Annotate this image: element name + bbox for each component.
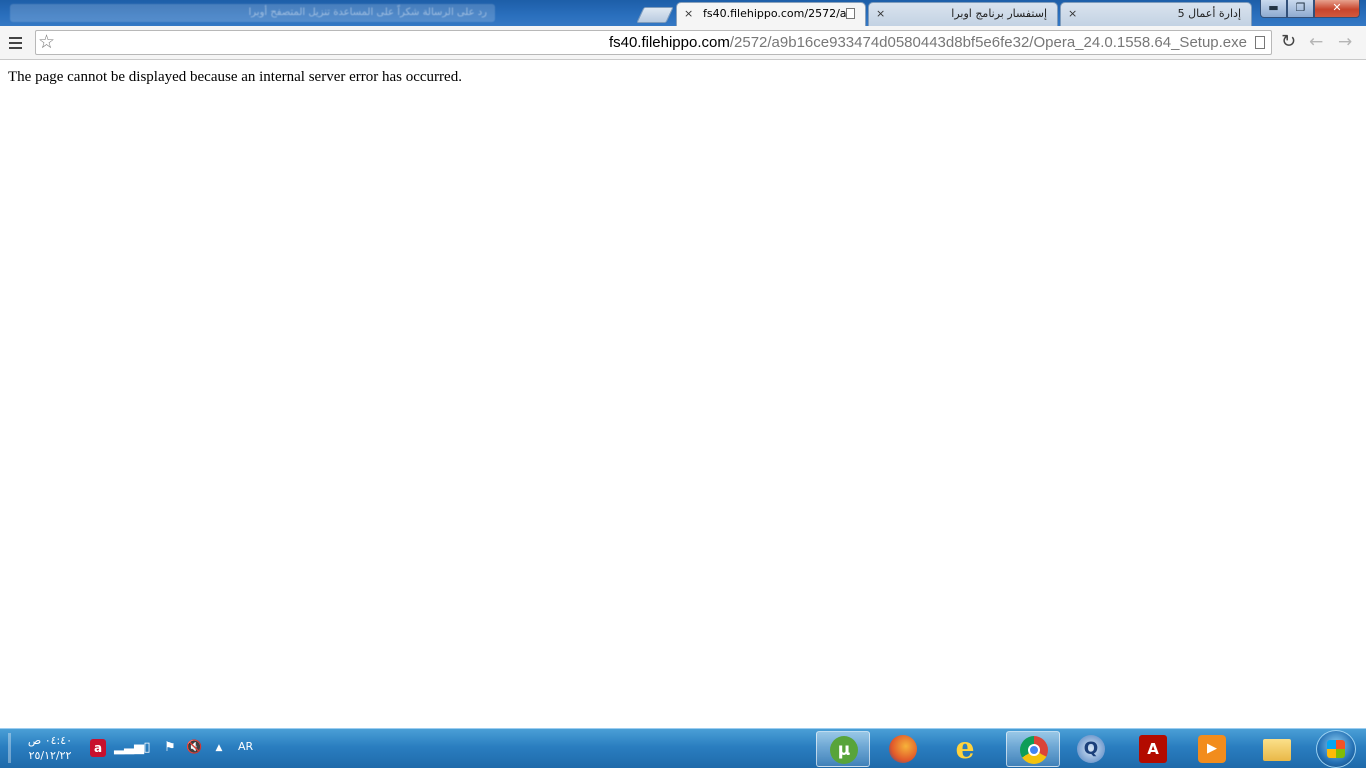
- taskbar-internet-explorer-button[interactable]: e: [938, 731, 992, 767]
- url-path: /2572/a9b16ce933474d0580443d8bf5e6fe32/O…: [729, 34, 1247, 51]
- tab-opera-inquiry[interactable]: × إستفسار برنامج اوبرا: [868, 2, 1058, 26]
- taskbar-acrobat-button[interactable]: A: [1126, 731, 1180, 767]
- taskbar-chrome-button[interactable]: [1006, 731, 1060, 767]
- folder-icon: [1263, 739, 1291, 761]
- volume-muted-icon[interactable]: 🔇: [186, 739, 202, 757]
- language-indicator[interactable]: AR: [238, 740, 253, 753]
- internet-explorer-icon: e: [955, 731, 975, 766]
- close-button[interactable]: ✕: [1314, 0, 1360, 18]
- action-center-flag-icon[interactable]: ⚑: [162, 739, 178, 757]
- tab-title: fs40.filehippo.com/2572/a: [703, 7, 847, 20]
- media-player-icon: ▶: [1198, 735, 1226, 763]
- taskbar-quicktime-button[interactable]: Q: [1064, 731, 1118, 767]
- minimize-button[interactable]: ▬: [1260, 0, 1287, 18]
- url-host: fs40.filehippo.com: [608, 34, 730, 51]
- bookmark-star-icon[interactable]: ☆: [38, 31, 55, 54]
- new-tab-button[interactable]: [636, 7, 674, 23]
- address-bar[interactable]: ☆ fs40.filehippo.com/2572/a9b16ce933474d…: [35, 30, 1272, 55]
- clock[interactable]: ٠٤:٤٠ ص ٢٥/١٢/٢٢: [22, 733, 78, 763]
- back-icon[interactable]: ←: [1309, 31, 1323, 53]
- tab-close-icon[interactable]: ×: [1068, 3, 1077, 25]
- browser-toolbar: ☆ fs40.filehippo.com/2572/a9b16ce933474d…: [0, 26, 1366, 60]
- taskbar-firefox-button[interactable]: [876, 731, 930, 767]
- firefox-icon: [889, 735, 917, 763]
- taskbar-file-explorer-button[interactable]: [1250, 731, 1304, 767]
- url-text[interactable]: fs40.filehippo.com/2572/a9b16ce933474d05…: [609, 31, 1247, 54]
- clock-time: ٠٤:٤٠ ص: [27, 734, 73, 747]
- tab-close-icon[interactable]: ×: [684, 3, 693, 25]
- show-desktop-handle[interactable]: [8, 733, 11, 763]
- clock-date: ٢٥/١٢/٢٢: [28, 749, 72, 762]
- chrome-icon: [1020, 736, 1048, 764]
- tab-business-admin[interactable]: × إدارة أعمال 5: [1060, 2, 1252, 26]
- quicktime-icon: Q: [1077, 735, 1105, 763]
- tab-close-icon[interactable]: ×: [876, 3, 885, 25]
- show-hidden-icons-arrow-icon[interactable]: ▲: [211, 739, 227, 757]
- page-content: The page cannot be displayed because an …: [0, 60, 1366, 728]
- utorrent-icon: µ: [830, 736, 858, 764]
- page-info-icon[interactable]: [1255, 36, 1265, 49]
- network-signal-icon[interactable]: ▂▃▅: [114, 739, 144, 757]
- battery-icon[interactable]: ▯: [139, 739, 155, 757]
- window-controls: ▬ ❐ ✕: [1260, 0, 1360, 19]
- tab-title: إستفسار برنامج اوبرا: [951, 7, 1047, 20]
- taskbar: ٠٤:٤٠ ص ٢٥/١٢/٢٢ a ▂▃▅ ▯ ⚑ 🔇 ▲ AR µ e Q …: [0, 728, 1366, 768]
- background-window-title: رد على الرسالة شكراً على المساعدة تنزيل …: [10, 4, 495, 22]
- tab-title: إدارة أعمال 5: [1177, 7, 1241, 20]
- forward-icon[interactable]: →: [1338, 31, 1352, 53]
- acrobat-icon: A: [1139, 735, 1167, 763]
- taskbar-media-player-button[interactable]: ▶: [1185, 731, 1239, 767]
- page-icon: [846, 8, 855, 19]
- maximize-button[interactable]: ❐: [1287, 0, 1314, 18]
- title-bar: رد على الرسالة شكراً على المساعدة تنزيل …: [0, 0, 1366, 26]
- taskbar-utorrent-button[interactable]: µ: [816, 731, 870, 767]
- tab-filehippo[interactable]: × fs40.filehippo.com/2572/a: [676, 2, 866, 26]
- reload-icon[interactable]: ↻: [1281, 31, 1296, 53]
- menu-icon[interactable]: [9, 37, 22, 49]
- error-message: The page cannot be displayed because an …: [8, 69, 462, 85]
- avira-icon[interactable]: a: [90, 739, 106, 757]
- start-button[interactable]: [1316, 730, 1356, 768]
